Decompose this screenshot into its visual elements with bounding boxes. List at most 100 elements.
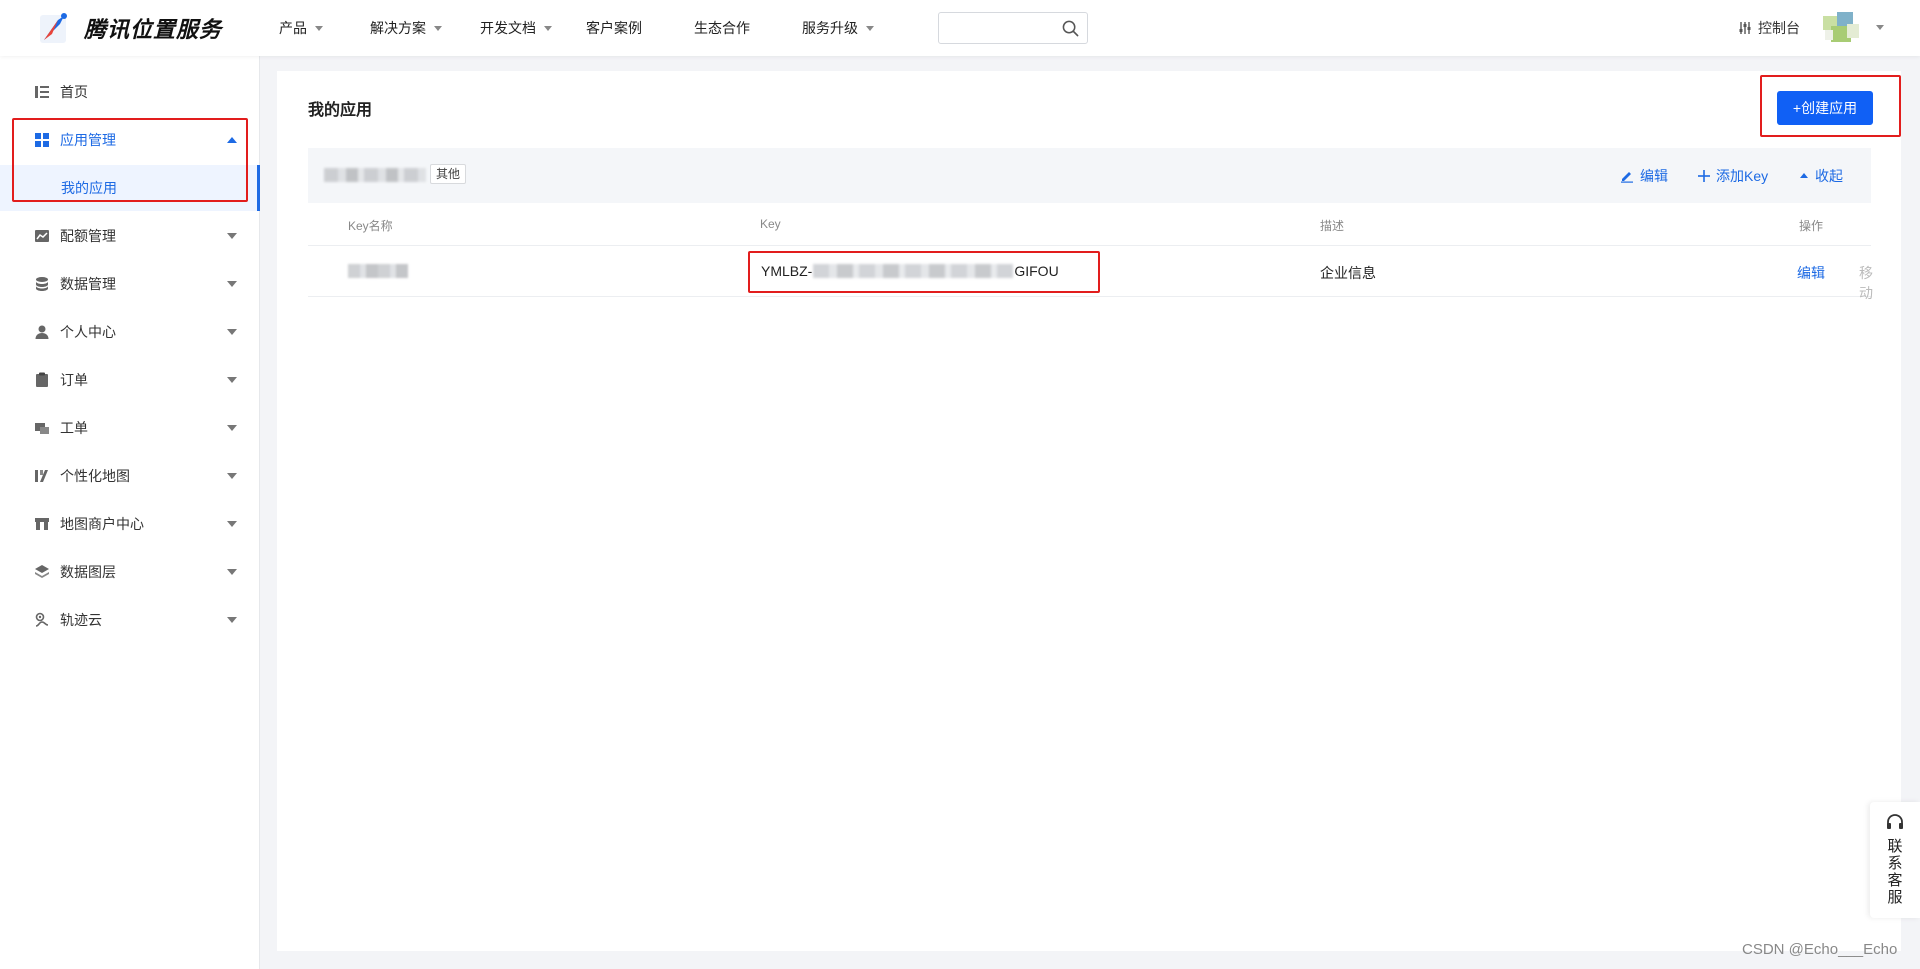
console-link[interactable]: 控制台 [1738,0,1800,56]
key-redacted [813,264,1014,278]
main-nav: 产品 解决方案 开发文档 客户案例 生态合作 服务升级 [279,0,888,56]
chevron-down-icon [227,281,237,287]
sidebar-item-label: 数据管理 [60,276,116,292]
main-content: 我的应用 +创建应用 其他 编辑 添加Key 收起 Key名称 Key 描述 操… [277,71,1901,951]
database-icon [36,277,48,291]
key-move-link[interactable]: 移动 [1859,263,1873,303]
th-operations: 操作 [1799,219,1824,233]
sidebar-item-label: 个人中心 [60,324,116,340]
user-icon [35,325,49,339]
chevron-down-icon [227,425,237,431]
nav-cases-label: 客户案例 [586,20,642,36]
sliders-icon [1739,22,1751,34]
key-edit-link[interactable]: 编辑 [1797,263,1825,283]
nav-products-label: 产品 [279,20,307,36]
top-navbar: 腾讯位置服务 产品 解决方案 开发文档 客户案例 生态合作 服务升级 控制台 [0,0,1920,56]
chevron-down-icon [227,329,237,335]
sidebar-item-label: 地图商户中心 [60,516,144,532]
th-description: 描述 [1320,219,1345,233]
edit-app-label: 编辑 [1640,168,1668,184]
clipboard-icon [36,372,48,387]
watermark: CSDN @Echo___Echo [1742,941,1898,958]
chevron-down-icon [227,377,237,383]
chevron-down-icon [227,473,237,479]
caret-up-icon [1800,173,1808,178]
app-name-redacted [324,168,426,182]
sidebar-item-merchant-center[interactable]: 地图商户中心 [0,500,259,548]
customer-service-label: 联系客服 [1887,838,1903,906]
headset-icon [1887,814,1903,829]
th-key-name: Key名称 [348,219,393,233]
brand-name: 腾讯位置服务 [84,17,223,42]
map-style-icon [35,470,48,482]
app-card-header: 其他 编辑 添加Key 收起 [308,148,1871,203]
add-key-label: 添加Key [1716,168,1769,184]
layers-icon [35,565,49,578]
sidebar-item-data-management[interactable]: 数据管理 [0,260,259,308]
sidebar-subitem-my-apps[interactable]: 我的应用 [0,165,260,211]
chevron-down-icon [227,521,237,527]
sidebar-item-label: 应用管理 [60,132,116,148]
store-icon [35,518,49,530]
search-icon[interactable] [1062,20,1079,37]
list-icon [35,86,49,98]
nav-products[interactable]: 产品 [279,0,342,56]
grid-icon [35,133,49,147]
nav-upgrade[interactable]: 服务升级 [802,0,888,56]
sidebar-item-profile[interactable]: 个人中心 [0,308,259,356]
sidebar-item-data-layers[interactable]: 数据图层 [0,548,259,596]
sidebar-item-label: 数据图层 [60,564,116,580]
edit-app-button[interactable]: 编辑 [1620,166,1668,186]
sidebar-item-orders[interactable]: 订单 [0,356,259,404]
chevron-down-icon [315,25,323,31]
key-value[interactable]: YMLBZ- GIFOU [761,263,1059,279]
sidebar-subitem-label: 我的应用 [61,180,117,196]
collapse-label: 收起 [1815,168,1843,184]
sidebar-item-label: 首页 [60,84,88,100]
sidebar-item-custom-map[interactable]: 个性化地图 [0,452,259,500]
chevron-down-icon [227,569,237,575]
page-title: 我的应用 [308,102,373,119]
key-name-redacted [348,264,408,278]
nav-upgrade-label: 服务升级 [802,20,858,36]
brand-logo[interactable]: 腾讯位置服务 [36,10,222,46]
sidebar-item-label: 工单 [60,420,88,436]
chevron-down-icon [866,25,874,31]
app-type-tag: 其他 [430,164,467,184]
nav-cases[interactable]: 客户案例 [586,0,656,56]
sidebar-item-tickets[interactable]: 工单 [0,404,259,452]
logo-compass-icon [40,13,67,43]
pencil-icon [1621,172,1633,183]
chevron-down-icon [227,617,237,623]
create-app-button[interactable]: +创建应用 [1777,91,1873,125]
plus-icon [1698,170,1710,182]
sidebar-item-home[interactable]: 首页 [0,68,259,116]
console-label: 控制台 [1758,20,1800,36]
search-input[interactable] [939,13,1049,43]
nav-solutions-label: 解决方案 [370,20,426,36]
nav-solutions[interactable]: 解决方案 [370,0,456,56]
sidebar-item-label: 轨迹云 [60,612,102,628]
chevron-down-icon[interactable] [1876,25,1884,30]
chevron-down-icon [227,233,237,239]
sidebar-item-label: 订单 [60,372,88,388]
sidebar-item-app-management[interactable]: 应用管理 [0,116,259,164]
nav-docs[interactable]: 开发文档 [480,0,566,56]
chevron-down-icon [544,25,552,31]
sidebar-item-label: 个性化地图 [60,468,130,484]
collapse-button[interactable]: 收起 [1799,166,1843,186]
avatar[interactable] [1823,12,1861,44]
sidebar-item-track-cloud[interactable]: 轨迹云 [0,596,259,644]
sidebar: 首页 应用管理 我的应用 配额管理 数据管理 个人中心 订单 工单 个性化地图 … [0,56,260,969]
customer-service-float[interactable]: 联系客服 [1870,802,1920,918]
track-icon [35,612,49,627]
chart-icon [35,230,49,242]
sidebar-item-quota[interactable]: 配额管理 [0,212,259,260]
ticket-icon [35,423,49,434]
key-suffix: GIFOU [1014,263,1059,279]
key-description: 企业信息 [1320,265,1376,281]
nav-ecosystem[interactable]: 生态合作 [694,0,764,56]
th-key: Key [760,217,781,231]
nav-ecosystem-label: 生态合作 [694,20,750,36]
add-key-button[interactable]: 添加Key [1698,166,1768,186]
